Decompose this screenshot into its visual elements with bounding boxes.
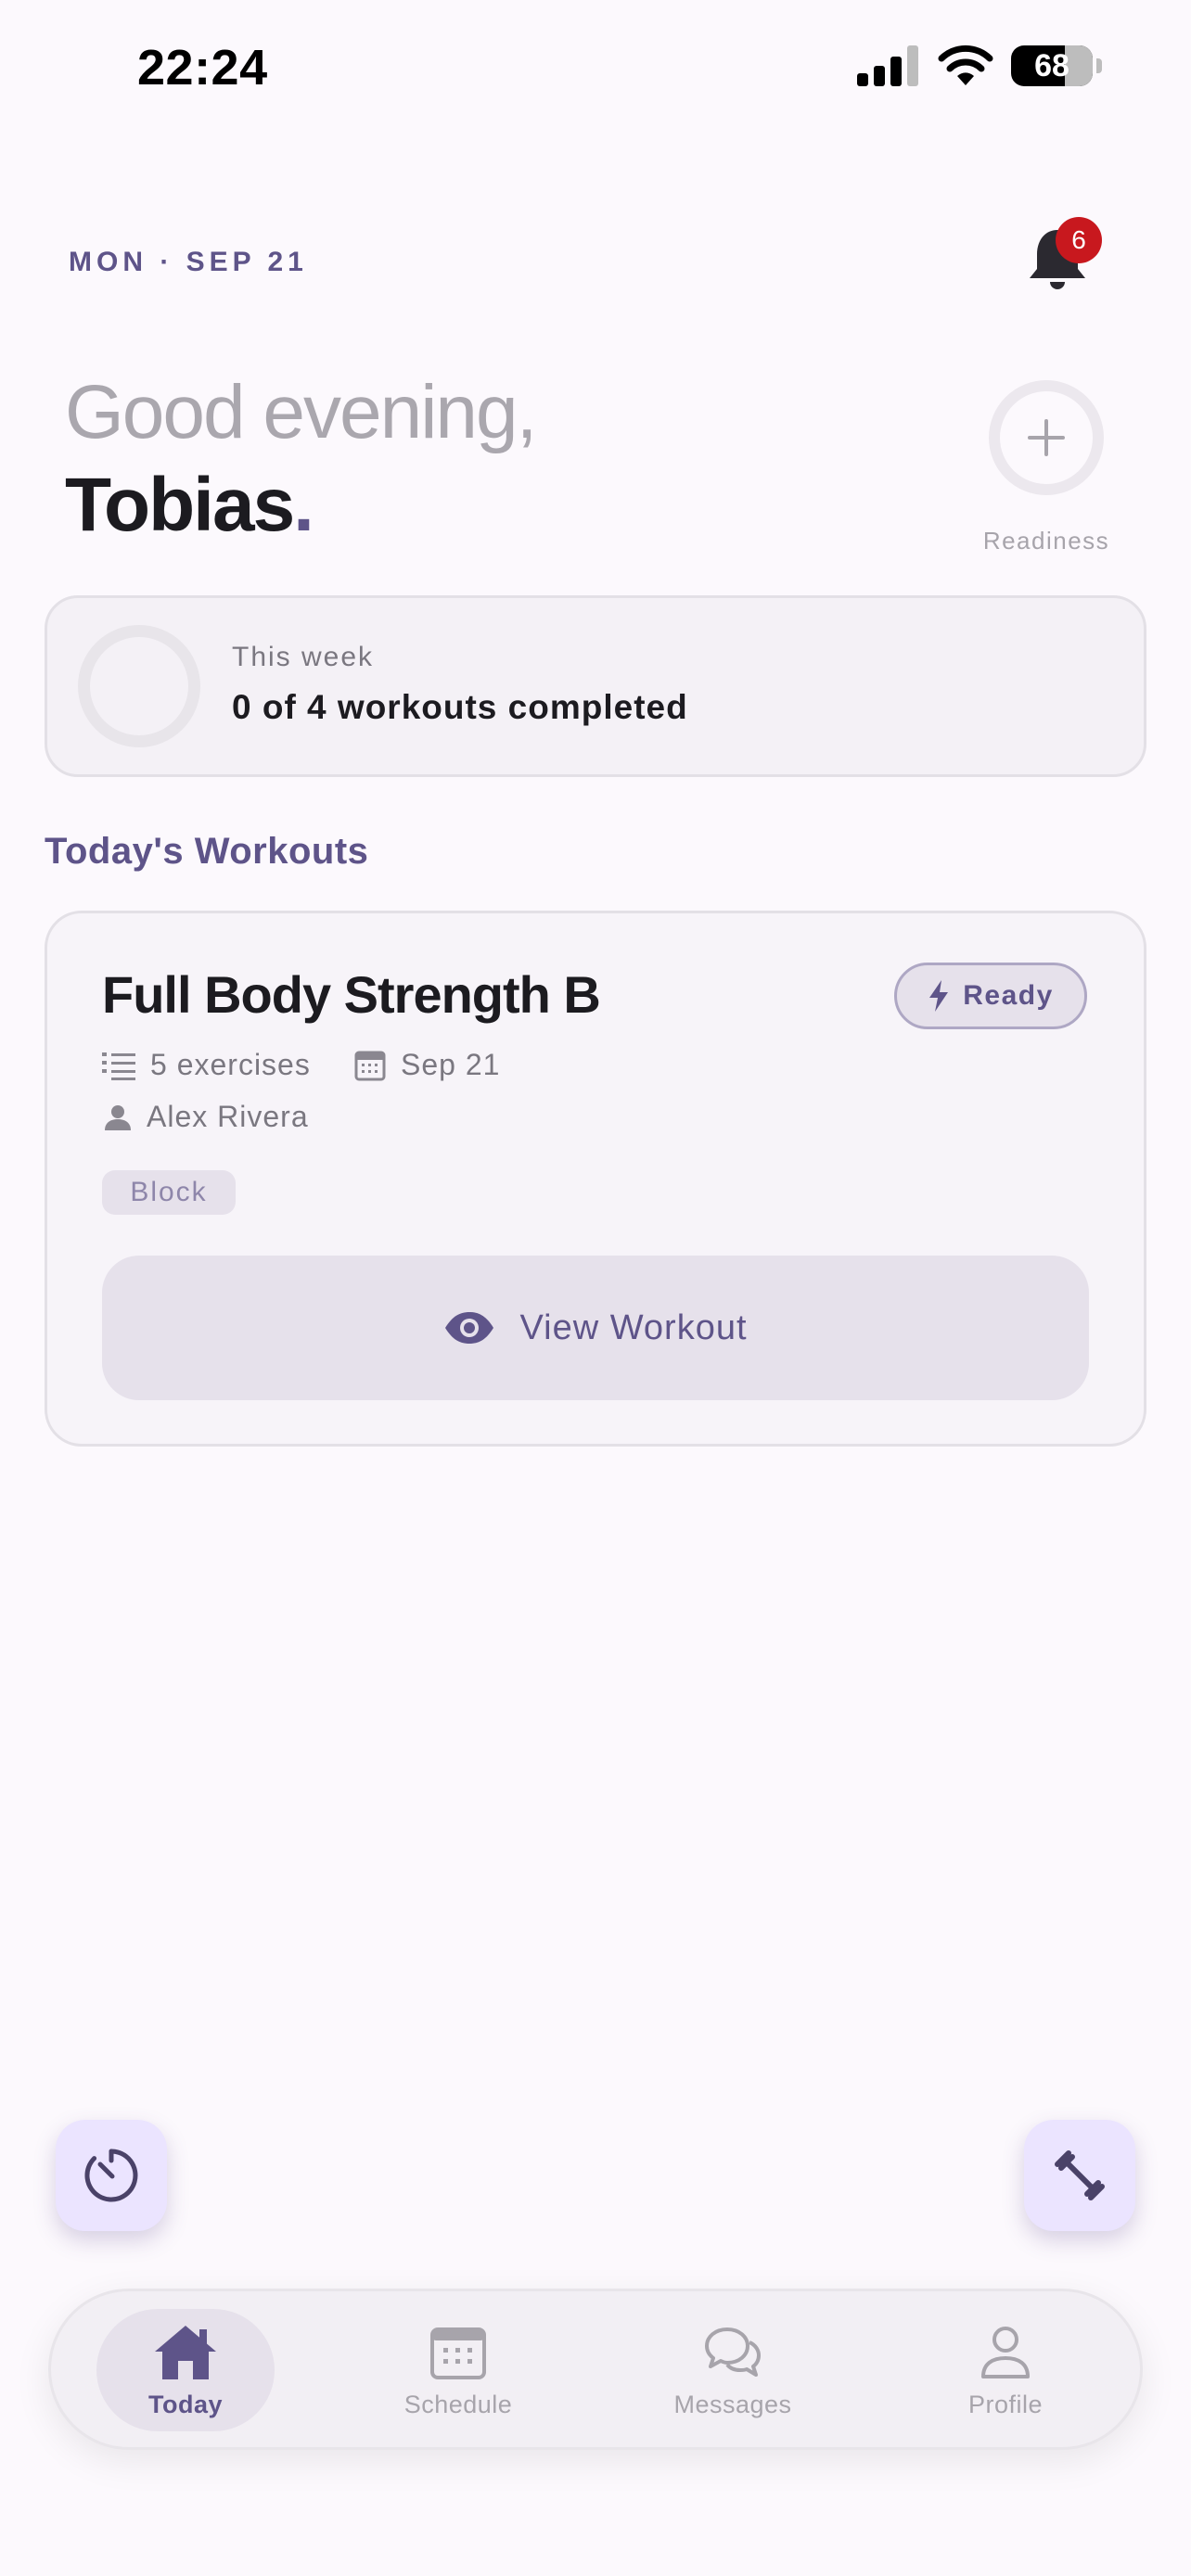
nav-label-profile: Profile: [967, 2391, 1044, 2418]
view-workout-label: View Workout: [519, 1307, 748, 1347]
home-icon: [155, 2326, 216, 2379]
status-badge: Ready: [894, 963, 1087, 1029]
status-icons: 68: [857, 45, 1102, 87]
signal-icon: [857, 45, 918, 86]
user-name: Tobias.: [65, 463, 314, 547]
log-workout-button[interactable]: [1024, 2120, 1135, 2231]
exercise-count-text: 5 exercises: [150, 1048, 311, 1081]
calendar-icon: [354, 1051, 386, 1080]
wifi-icon: [938, 45, 993, 85]
notification-badge: 6: [1056, 217, 1102, 263]
view-workout-button[interactable]: View Workout: [102, 1256, 1089, 1400]
person-icon: [105, 1104, 131, 1130]
coach-name: Alex Rivera: [104, 1100, 309, 1134]
week-progress-ring: [78, 625, 200, 747]
workout-date: Sep 21: [354, 1048, 500, 1082]
battery-level: 68: [1034, 47, 1069, 83]
nav-label-today: Today: [147, 2391, 223, 2418]
status-badge-label: Ready: [963, 980, 1054, 1011]
readiness-add-button[interactable]: [989, 380, 1104, 495]
block-tag: Block: [102, 1170, 236, 1215]
lightning-icon: [929, 980, 949, 1012]
battery-indicator: 68: [1011, 45, 1093, 86]
workout-title: Full Body Strength B: [102, 965, 601, 1024]
readiness-label: Readiness: [982, 527, 1110, 555]
section-title: Today's Workouts: [45, 831, 369, 872]
workout-date-text: Sep 21: [401, 1048, 501, 1081]
eye-icon: [445, 1312, 494, 1344]
nav-item-profile[interactable]: Profile: [916, 2309, 1095, 2457]
timer-icon: [84, 2149, 138, 2202]
nav-item-today[interactable]: Today: [96, 2309, 275, 2457]
date-label: MON · SEP 21: [69, 247, 308, 277]
timer-button[interactable]: [56, 2120, 167, 2231]
nav-item-messages[interactable]: Messages: [644, 2309, 822, 2457]
week-label: This week: [232, 642, 375, 672]
nav-label-messages: Messages: [673, 2391, 792, 2418]
nav-label-schedule: Schedule: [403, 2391, 513, 2418]
greeting-text: Good evening,: [65, 370, 537, 454]
calendar-icon: [430, 2327, 486, 2379]
coach-name-text: Alex Rivera: [147, 1100, 309, 1133]
chat-icon: [705, 2327, 761, 2377]
plus-icon: [1028, 419, 1065, 456]
list-icon: [102, 1052, 135, 1080]
week-progress-text: 0 of 4 workouts completed: [232, 688, 688, 726]
week-progress-card[interactable]: [45, 595, 1146, 777]
nav-item-schedule[interactable]: Schedule: [369, 2309, 547, 2457]
status-time: 22:24: [137, 40, 268, 96]
person-icon: [981, 2327, 1030, 2378]
dumbbell-icon: [1055, 2150, 1105, 2200]
exercise-count: 5 exercises: [102, 1048, 311, 1082]
